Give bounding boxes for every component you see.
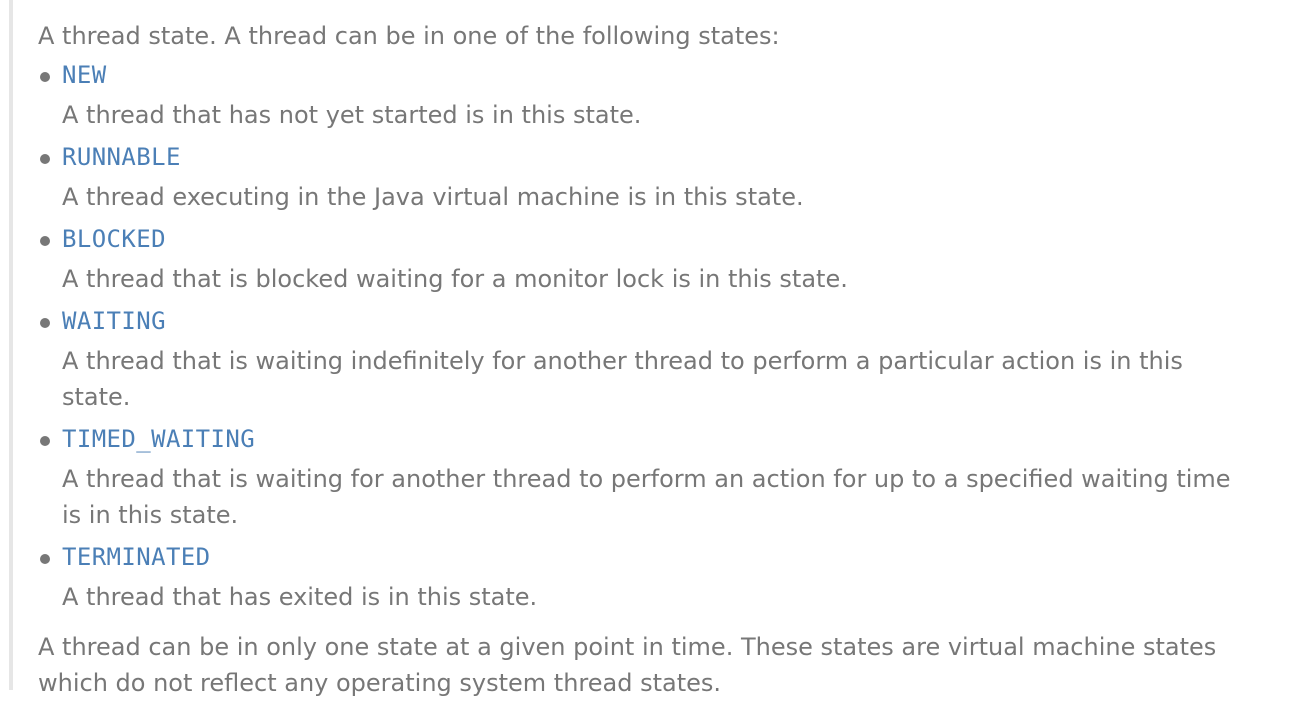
state-item-blocked: BLOCKED A thread that is blocked waiting… [38, 221, 1278, 297]
state-description: A thread executing in the Java virtual m… [62, 183, 804, 211]
state-description: A thread that is waiting for another thr… [62, 465, 1231, 529]
state-description: A thread that has not yet started is in … [62, 101, 642, 129]
bullet-icon [40, 554, 50, 564]
state-name-blocked[interactable]: BLOCKED [62, 221, 1278, 261]
javadoc-block: A thread state. A thread can be in one o… [38, 18, 1278, 701]
bullet-icon [40, 236, 50, 246]
bullet-icon [40, 318, 50, 328]
state-item-terminated: TERMINATED A thread that has exited is i… [38, 539, 1278, 615]
state-item-runnable: RUNNABLE A thread executing in the Java … [38, 139, 1278, 215]
state-description: A thread that is blocked waiting for a m… [62, 265, 848, 293]
bullet-icon [40, 436, 50, 446]
state-name-runnable[interactable]: RUNNABLE [62, 139, 1278, 179]
quote-border [9, 0, 13, 690]
state-description: A thread that has exited is in this stat… [62, 583, 538, 611]
state-description: A thread that is waiting indefinitely fo… [62, 347, 1183, 411]
bullet-icon [40, 154, 50, 164]
state-item-timed-waiting: TIMED_WAITING A thread that is waiting f… [38, 421, 1278, 533]
bullet-icon [40, 72, 50, 82]
intro-text: A thread state. A thread can be in one o… [38, 22, 780, 50]
outro-text: A thread can be in only one state at a g… [38, 633, 1217, 697]
state-name-timed-waiting[interactable]: TIMED_WAITING [62, 421, 1278, 461]
state-name-terminated[interactable]: TERMINATED [62, 539, 1278, 579]
state-name-new[interactable]: NEW [62, 57, 1278, 97]
state-name-waiting[interactable]: WAITING [62, 303, 1278, 343]
state-item-waiting: WAITING A thread that is waiting indefin… [38, 303, 1278, 415]
state-item-new: NEW A thread that has not yet started is… [38, 57, 1278, 133]
state-list: NEW A thread that has not yet started is… [38, 57, 1278, 615]
